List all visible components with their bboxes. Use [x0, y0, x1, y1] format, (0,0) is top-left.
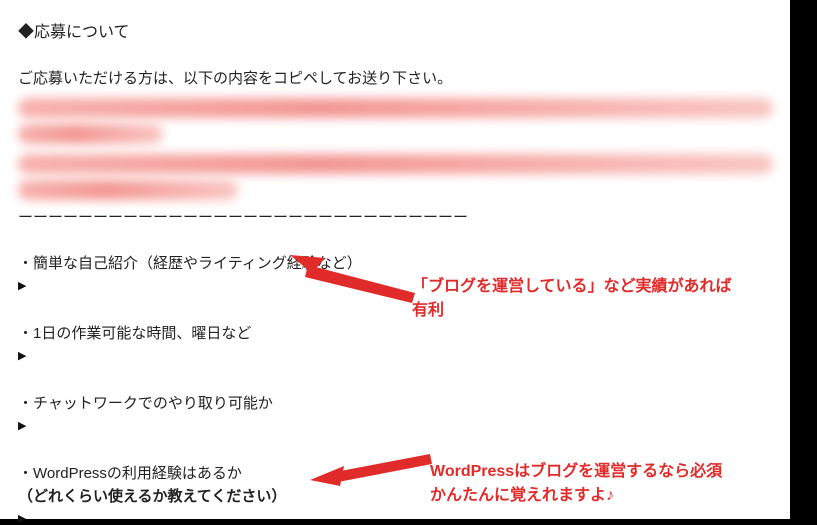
redacted-line	[18, 180, 238, 200]
intro-text: ご応募いただける方は、以下の内容をコピペしてお送り下さい。	[18, 67, 790, 88]
annotation-line: 有利	[412, 302, 444, 319]
redacted-line	[18, 124, 163, 144]
annotation-line: かんたんに覚えれますよ♪	[430, 487, 614, 504]
document-page: ◆応募について ご応募いただける方は、以下の内容をコピペしてお送り下さい。 ーー…	[0, 0, 790, 519]
list-item: ・1日の作業可能な時間、曜日など ▶	[18, 322, 790, 362]
annotation-line: WordPressはブログを運営するなら必須	[430, 463, 722, 480]
section-heading: ◆応募について	[18, 18, 790, 42]
redacted-block	[18, 98, 773, 198]
annotation-text: WordPressはブログを運営するなら必須 かんたんに覚えれますよ♪	[430, 460, 722, 508]
annotation-text: 「ブログを運営している」など実績があれば 有利	[412, 275, 732, 323]
annotation-line: 「ブログを運営している」など実績があれば	[412, 278, 732, 295]
item-label: ・簡単な自己紹介（経歴やライティング経験など）	[18, 252, 790, 273]
redacted-line	[18, 98, 773, 118]
redacted-line	[18, 154, 773, 174]
item-label: ・1日の作業可能な時間、曜日など	[18, 322, 790, 343]
item-label: ・チャットワークでのやり取り可能か	[18, 392, 790, 413]
list-item: ・チャットワークでのやり取り可能か ▶	[18, 392, 790, 432]
triangle-icon: ▶	[18, 349, 790, 362]
triangle-icon: ▶	[18, 419, 790, 432]
divider-line: ーーーーーーーーーーーーーーーーーーーーーーーーーーーーーー	[18, 206, 790, 227]
